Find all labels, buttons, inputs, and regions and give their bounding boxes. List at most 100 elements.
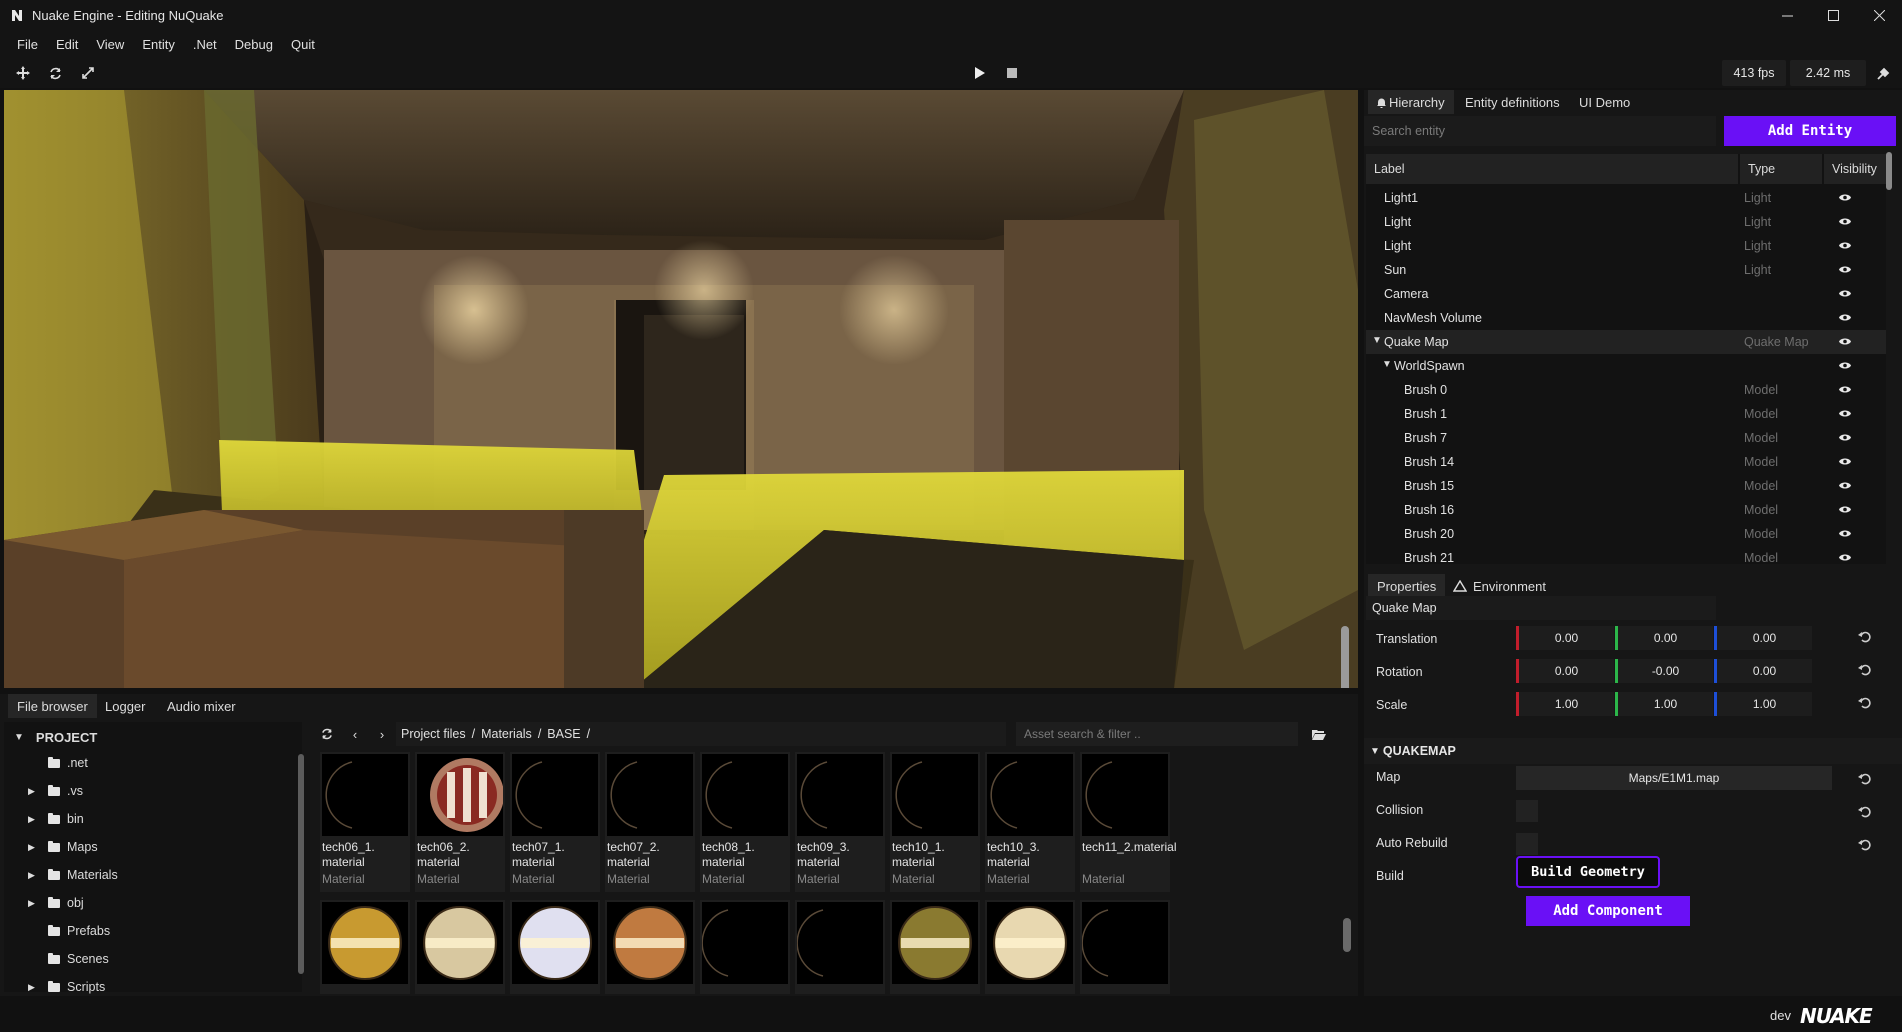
translation-y-field[interactable]: 0.00: [1615, 626, 1713, 650]
tab-logger[interactable]: Logger: [96, 694, 154, 718]
tree-item[interactable]: ▶ .vs: [28, 780, 83, 802]
reset-icon[interactable]: [1858, 696, 1872, 710]
hierarchy-row[interactable]: ▼ WorldSpawn: [1366, 354, 1886, 378]
eye-icon[interactable]: [1839, 241, 1851, 250]
entity-search-input[interactable]: [1364, 116, 1716, 146]
hierarchy-row[interactable]: Camera: [1366, 282, 1886, 306]
menu-view[interactable]: View: [87, 37, 133, 52]
eye-icon[interactable]: [1839, 313, 1851, 322]
rotate-tool-button[interactable]: [46, 64, 64, 82]
asset-card[interactable]: tech07_1. material Material: [510, 752, 600, 892]
menu-edit[interactable]: Edit: [47, 37, 87, 52]
refresh-button[interactable]: [318, 725, 336, 743]
open-folder-button[interactable]: [1310, 725, 1328, 743]
entity-name-field[interactable]: Quake Map: [1366, 596, 1716, 620]
reset-icon[interactable]: [1858, 772, 1872, 786]
reset-icon[interactable]: [1858, 838, 1872, 852]
asset-card[interactable]: [1080, 900, 1170, 994]
minimize-button[interactable]: [1764, 0, 1810, 30]
quakemap-component-header[interactable]: ▼ QUAKEMAP: [1364, 738, 1902, 764]
tree-scrollbar[interactable]: [298, 754, 304, 974]
scale-x-field[interactable]: 1.00: [1516, 692, 1614, 716]
asset-card[interactable]: [795, 900, 885, 994]
move-tool-button[interactable]: [14, 64, 32, 82]
eye-icon[interactable]: [1839, 505, 1851, 514]
column-header-type[interactable]: Type: [1740, 154, 1822, 184]
tab-entity-definitions[interactable]: Entity definitions: [1456, 90, 1569, 114]
stop-button[interactable]: [1003, 64, 1021, 82]
tree-item[interactable]: ▶ Maps: [28, 836, 98, 858]
file-browser-scrollbar[interactable]: [1343, 918, 1351, 952]
tree-item[interactable]: Prefabs: [48, 920, 110, 942]
hierarchy-row[interactable]: Brush 14 Model: [1366, 450, 1886, 474]
eye-icon[interactable]: [1839, 433, 1851, 442]
chevron-down-icon[interactable]: ▼: [1372, 335, 1382, 346]
eye-icon[interactable]: [1839, 217, 1851, 226]
forward-button[interactable]: ›: [373, 725, 391, 743]
collision-checkbox[interactable]: [1516, 800, 1538, 822]
scene-viewport[interactable]: [4, 90, 1358, 688]
tree-item[interactable]: ▶ Materials: [28, 864, 118, 886]
hierarchy-row[interactable]: Brush 21 Model: [1366, 546, 1886, 570]
tree-item[interactable]: Scenes: [48, 948, 109, 970]
breadcrumb-item[interactable]: Project files: [401, 727, 466, 741]
tree-item[interactable]: ▶ obj: [28, 892, 84, 914]
reset-icon[interactable]: [1858, 663, 1872, 677]
translation-x-field[interactable]: 0.00: [1516, 626, 1614, 650]
eye-icon[interactable]: [1839, 337, 1851, 346]
hierarchy-row[interactable]: Light Light: [1366, 210, 1886, 234]
eye-icon[interactable]: [1839, 529, 1851, 538]
tab-audio-mixer[interactable]: Audio mixer: [158, 694, 245, 718]
asset-card[interactable]: tech10_1. material Material: [890, 752, 980, 892]
add-component-button[interactable]: Add Component: [1526, 896, 1690, 926]
asset-card[interactable]: [320, 900, 410, 994]
viewport-scrollbar[interactable]: [1341, 626, 1349, 688]
eye-icon[interactable]: [1839, 265, 1851, 274]
eye-icon[interactable]: [1839, 553, 1851, 562]
hierarchy-scrollbar[interactable]: [1886, 152, 1892, 190]
asset-card[interactable]: tech09_3. material Material: [795, 752, 885, 892]
reset-icon[interactable]: [1858, 805, 1872, 819]
tab-file-browser[interactable]: File browser: [8, 694, 97, 718]
chevron-down-icon[interactable]: ▼: [1382, 359, 1392, 370]
menu-debug[interactable]: Debug: [226, 37, 282, 52]
hierarchy-row[interactable]: Light1 Light: [1366, 186, 1886, 210]
eye-icon[interactable]: [1839, 289, 1851, 298]
hierarchy-row[interactable]: Brush 7 Model: [1366, 426, 1886, 450]
column-header-label[interactable]: Label: [1366, 154, 1738, 184]
asset-card[interactable]: [605, 900, 695, 994]
asset-card[interactable]: tech08_1. material Material: [700, 752, 790, 892]
tree-item[interactable]: ▶ Scripts: [28, 976, 105, 998]
breadcrumb-item[interactable]: BASE: [547, 727, 580, 741]
build-geometry-button[interactable]: Build Geometry: [1516, 856, 1660, 888]
asset-card[interactable]: [985, 900, 1075, 994]
tree-root[interactable]: ▼ PROJECT: [14, 726, 97, 748]
menu-quit[interactable]: Quit: [282, 37, 324, 52]
asset-card[interactable]: [510, 900, 600, 994]
pick-tool-button[interactable]: [1874, 64, 1892, 82]
map-file-field[interactable]: Maps/E1M1.map: [1516, 766, 1832, 790]
play-button[interactable]: [971, 64, 989, 82]
breadcrumb-item[interactable]: Materials: [481, 727, 532, 741]
scale-tool-button[interactable]: [79, 64, 97, 82]
tab-properties[interactable]: Properties: [1368, 574, 1446, 598]
hierarchy-row[interactable]: Sun Light: [1366, 258, 1886, 282]
eye-icon[interactable]: [1839, 409, 1851, 418]
close-button[interactable]: [1856, 0, 1902, 30]
back-button[interactable]: ‹: [346, 725, 364, 743]
rotation-x-field[interactable]: 0.00: [1516, 659, 1614, 683]
asset-card[interactable]: tech07_2. material Material: [605, 752, 695, 892]
asset-card[interactable]: [700, 900, 790, 994]
auto-rebuild-checkbox[interactable]: [1516, 833, 1538, 855]
hierarchy-row[interactable]: Brush 0 Model: [1366, 378, 1886, 402]
add-entity-button[interactable]: Add Entity: [1724, 116, 1896, 146]
tab-environment[interactable]: Environment: [1444, 574, 1555, 598]
asset-card[interactable]: tech06_1. material Material: [320, 752, 410, 892]
asset-card[interactable]: tech10_3. material Material: [985, 752, 1075, 892]
reset-icon[interactable]: [1858, 630, 1872, 644]
menu-entity[interactable]: Entity: [133, 37, 184, 52]
hierarchy-row[interactable]: Light Light: [1366, 234, 1886, 258]
scale-y-field[interactable]: 1.00: [1615, 692, 1713, 716]
column-header-visibility[interactable]: Visibility: [1824, 154, 1886, 184]
hierarchy-row[interactable]: Brush 15 Model: [1366, 474, 1886, 498]
